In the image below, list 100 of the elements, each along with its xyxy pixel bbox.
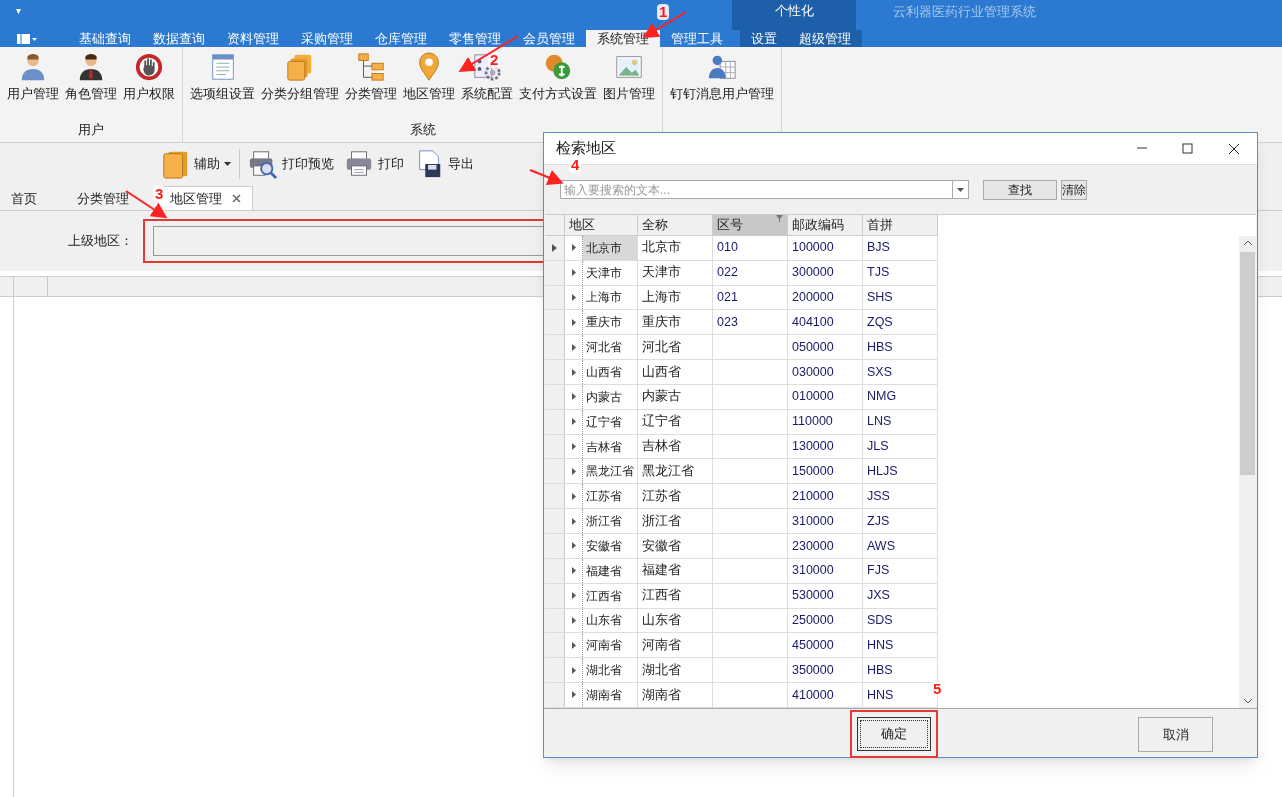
row-header-cell[interactable]: [545, 434, 565, 459]
table-cell: 021: [713, 285, 788, 310]
document-tab[interactable]: 分类管理: [66, 188, 140, 210]
toolbar-button[interactable]: 打印: [342, 147, 406, 181]
ribbon-button[interactable]: 支付方式设置: [516, 52, 600, 110]
ribbon-button[interactable]: 图片管理: [600, 52, 658, 110]
table-cell: 030000: [788, 360, 863, 384]
ribbon-button[interactable]: 用户权限: [120, 52, 178, 110]
row-header-cell[interactable]: [545, 310, 565, 335]
row-header-cell[interactable]: [545, 658, 565, 683]
table-cell: 湖北省: [638, 658, 713, 683]
table-cell: 310000: [788, 558, 863, 583]
toolbar-button[interactable]: 打印预览: [246, 147, 336, 181]
row-header-cell[interactable]: [545, 459, 565, 484]
coins-icon: [543, 52, 573, 82]
ok-button[interactable]: 确定: [857, 717, 931, 751]
document-tab[interactable]: 首页: [0, 188, 48, 210]
row-header-cell[interactable]: [545, 633, 565, 658]
row-header-cell[interactable]: [545, 409, 565, 434]
dialog-button[interactable]: 清除: [1061, 179, 1087, 200]
table-cell: FJS: [863, 558, 938, 583]
toolbar-button[interactable]: 导出: [412, 147, 476, 181]
caret-icon: [957, 187, 964, 192]
ribbon-tab[interactable]: 超级管理: [788, 30, 862, 47]
table-cell: 310000: [788, 509, 863, 533]
ribbon-tab[interactable]: 基础查询: [68, 30, 142, 47]
ribbon-button[interactable]: 钉钉消息用户管理: [667, 52, 777, 110]
row-header-cell[interactable]: [545, 558, 565, 583]
ribbon-tab[interactable]: 零售管理: [438, 30, 512, 47]
toolbar-button[interactable]: 辅助: [158, 147, 233, 181]
filter-icon: [776, 215, 783, 222]
ribbon-button[interactable]: 用户管理: [4, 52, 62, 110]
row-header-cell[interactable]: [545, 235, 565, 260]
table-cell: 022: [713, 260, 788, 285]
column-header[interactable]: 区号: [713, 215, 788, 235]
row-header-cell[interactable]: [545, 484, 565, 509]
field-label: 上级地区：: [68, 233, 133, 249]
table-cell: 050000: [788, 335, 863, 360]
annotation-number: 4: [569, 157, 582, 173]
table-cell: HBS: [863, 335, 938, 360]
table-cell: 210000: [788, 484, 863, 509]
quick-access-menu[interactable]: ▾: [16, 3, 21, 18]
annotation-number: 5: [931, 681, 944, 697]
caret-icon: [224, 162, 231, 166]
ribbon-tab[interactable]: 资料管理: [216, 30, 290, 47]
cancel-button[interactable]: 取消: [1138, 717, 1213, 752]
scrollbar-thumb[interactable]: [1240, 252, 1255, 475]
search-field[interactable]: 输入要搜索的文本...: [560, 180, 953, 199]
dialog-button[interactable]: 查找: [983, 179, 1057, 200]
row-header-cell[interactable]: [545, 509, 565, 533]
row-header-cell[interactable]: [545, 384, 565, 409]
personalize-tab[interactable]: 个性化: [732, 0, 856, 30]
row-header-cell[interactable]: [545, 608, 565, 633]
table-cell-text: 江西省: [585, 587, 623, 605]
vertical-scrollbar[interactable]: [1239, 236, 1256, 708]
table-cell: LNS: [863, 409, 938, 434]
row-header-cell[interactable]: [545, 360, 565, 384]
column-header[interactable]: 首拼: [863, 215, 938, 235]
table-cell-text: 安徽省: [585, 537, 623, 555]
ribbon-tab[interactable]: 设置: [740, 30, 788, 47]
ribbon-button[interactable]: 分类分组管理: [258, 52, 342, 110]
ribbon-button[interactable]: 选项组设置: [187, 52, 258, 110]
table-cell-text: 吉林省: [585, 438, 623, 456]
column-header[interactable]: 地区: [565, 215, 638, 235]
printer-icon: [344, 149, 374, 179]
ribbon-button[interactable]: 分类管理: [342, 52, 400, 110]
table-cell: 福建省: [638, 558, 713, 583]
row-header-cell[interactable]: [545, 335, 565, 360]
table-cell-text: 浙江省: [585, 513, 623, 531]
column-header[interactable]: 邮政编码: [788, 215, 863, 235]
row-header-cell[interactable]: [545, 285, 565, 310]
ribbon-tab[interactable]: 管理工具: [660, 30, 734, 47]
ribbon-button[interactable]: 角色管理: [62, 52, 120, 110]
row-header-cell[interactable]: [545, 683, 565, 707]
table-cell: AWS: [863, 534, 938, 558]
table-cell: 江西省: [638, 583, 713, 608]
ribbon-tab[interactable]: 仓库管理: [364, 30, 438, 47]
close-icon[interactable]: [232, 194, 241, 203]
row-header-cell[interactable]: [545, 260, 565, 285]
row-header-cell[interactable]: [545, 534, 565, 558]
ribbon-group-label: 系统: [409, 122, 436, 139]
ribbon-button[interactable]: 地区管理: [400, 52, 458, 110]
table-cell-text: 江苏省: [585, 488, 623, 506]
dropdown-button[interactable]: [953, 180, 969, 199]
annotation-number: 1: [657, 4, 670, 20]
table-cell: 010000: [788, 384, 863, 409]
table-cell: 黑龙江省: [638, 459, 713, 484]
table-cell: 404100: [788, 310, 863, 335]
tree-icon: [356, 52, 386, 82]
table-cell: ZJS: [863, 509, 938, 533]
table-cell: 重庆市: [638, 310, 713, 335]
table-cell: 山西省: [638, 360, 713, 384]
ribbon-tab[interactable]: 会员管理: [512, 30, 586, 47]
ribbon-tab[interactable]: 数据查询: [142, 30, 216, 47]
table-cell: NMG: [863, 384, 938, 409]
row-header-cell[interactable]: [545, 583, 565, 608]
table-cell: 130000: [788, 434, 863, 459]
app-title: 云利器医药行业管理系统: [893, 3, 1037, 21]
ribbon-tab[interactable]: 采购管理: [290, 30, 364, 47]
table-cell: BJS: [863, 235, 938, 260]
